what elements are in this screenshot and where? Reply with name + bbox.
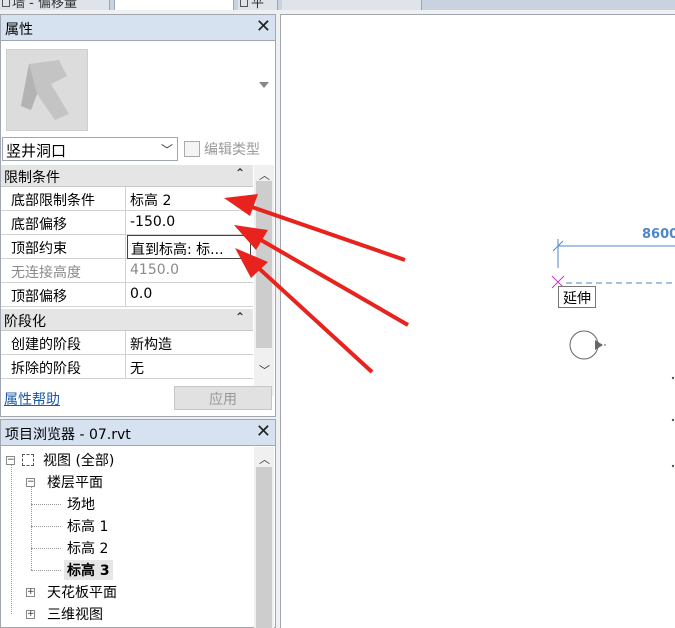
view-tab-1[interactable]: 墙 - 偏移量	[0, 0, 110, 10]
tree-guide-line	[31, 526, 61, 527]
tree-node-site[interactable]: 场地	[67, 494, 95, 514]
view-tab-4[interactable]	[282, 0, 422, 10]
property-row[interactable]: 底部偏移 -150.0	[1, 211, 253, 235]
tree-node-level-1[interactable]: 标高 1	[67, 516, 108, 536]
property-value-dropdown[interactable]: 直到标高: 标...	[127, 235, 251, 259]
property-name: 顶部偏移	[1, 283, 126, 307]
tree-guide-line	[31, 504, 61, 505]
property-name: 底部偏移	[1, 211, 126, 235]
type-preview-area	[1, 42, 275, 134]
tree-node-ceiling-plans[interactable]: 天花板平面	[47, 582, 117, 602]
collapse-icon[interactable]: ⌃	[235, 310, 245, 324]
property-name: 顶部约束	[1, 235, 126, 259]
property-value[interactable]: -150.0	[127, 211, 253, 235]
scroll-up-icon[interactable]: ︿	[259, 451, 270, 467]
edit-type-label: 编辑类型	[204, 142, 260, 158]
property-name: 底部限制条件	[1, 187, 126, 211]
browser-tree: − 视图 (全部) − 楼层平面 场地 标高 1 标高 2 标高 3 + 天花板…	[1, 447, 253, 628]
view-tab-3[interactable]: 平	[238, 0, 278, 10]
type-selector-value: 竖井洞口	[6, 142, 67, 160]
project-browser: 项目浏览器 - 07.rvt ✕ − 视图 (全部) − 楼层平面 场地 标高 …	[0, 419, 276, 628]
properties-palette: 属性 ✕ 竖井洞口 ﹀ 编辑类型 限制条件 ⌃ 底部限制条件 标高 2 底部偏移…	[0, 14, 276, 417]
chevron-down-icon[interactable]	[259, 82, 269, 88]
properties-title-bar: 属性 ✕	[1, 15, 275, 41]
properties-title: 属性	[5, 22, 33, 38]
view-tab-1-label: 墙 - 偏移量	[12, 0, 77, 10]
view-tab-3-label: 平	[251, 0, 265, 10]
tree-guide-line	[31, 570, 61, 571]
tree-node-floor-plans[interactable]: 楼层平面	[47, 472, 103, 492]
revit-logo-icon	[21, 60, 69, 120]
scrollbar-thumb[interactable]	[256, 181, 272, 348]
properties-help-link[interactable]: 属性帮助	[4, 389, 60, 409]
property-value[interactable]: 无	[127, 355, 253, 379]
property-value[interactable]: 新构造	[127, 331, 253, 355]
group-label: 阶段化	[4, 314, 46, 330]
collapse-icon[interactable]: ⌃	[235, 166, 245, 180]
extend-tooltip: 延伸	[558, 286, 596, 308]
browser-scrollbar[interactable]: ︿	[254, 447, 274, 628]
views-icon	[22, 454, 34, 466]
property-row[interactable]: 顶部偏移 0.0	[1, 283, 253, 307]
drawing-canvas[interactable]	[280, 14, 675, 628]
dimension-label[interactable]: 8600	[642, 227, 675, 242]
edit-type-button[interactable]: 编辑类型	[184, 139, 260, 161]
close-icon[interactable]: ✕	[256, 421, 271, 443]
property-row[interactable]: 底部限制条件 标高 2	[1, 187, 253, 211]
tree-guide-line	[11, 464, 12, 614]
tree-node-views[interactable]: 视图 (全部)	[43, 450, 114, 470]
tree-guide-line	[31, 486, 32, 570]
property-name: 拆除的阶段	[1, 355, 126, 379]
floor-plan-tab-icon	[240, 0, 248, 7]
expand-icon[interactable]: +	[26, 610, 35, 619]
tree-node-level-3-selected[interactable]: 标高 3	[64, 560, 113, 580]
property-name: 创建的阶段	[1, 331, 126, 355]
close-icon[interactable]: ✕	[256, 16, 271, 38]
browser-title-bar: 项目浏览器 - 07.rvt ✕	[1, 420, 275, 446]
group-label: 限制条件	[4, 170, 60, 186]
apply-button[interactable]: 应用	[174, 386, 272, 410]
property-value[interactable]: 0.0	[127, 283, 253, 307]
type-selector-dropdown[interactable]: 竖井洞口 ﹀	[2, 137, 178, 161]
floor-plan-tab-icon	[2, 0, 10, 7]
view-tab-2-active[interactable]	[114, 0, 234, 10]
property-row-readonly: 无连接高度 4150.0	[1, 259, 253, 283]
view-tab-strip: 墙 - 偏移量 平	[0, 0, 675, 10]
type-preview-image	[6, 49, 88, 131]
scrollbar-thumb[interactable]	[256, 467, 272, 628]
property-row[interactable]: 创建的阶段 新构造	[1, 331, 253, 355]
property-name: 无连接高度	[1, 259, 126, 283]
collapse-icon[interactable]: −	[26, 478, 35, 487]
edit-type-icon	[184, 141, 200, 157]
tree-guide-line	[31, 548, 61, 549]
scroll-down-icon[interactable]: ﹀	[259, 362, 270, 378]
tree-node-level-2[interactable]: 标高 2	[67, 538, 108, 558]
properties-grid: 限制条件 ⌃ 底部限制条件 标高 2 底部偏移 -150.0 顶部约束 直到标高…	[1, 165, 253, 382]
property-value[interactable]: 标高 2	[127, 187, 253, 211]
collapse-icon[interactable]: −	[6, 456, 15, 465]
chevron-down-icon: ﹀	[160, 143, 173, 157]
group-header-phasing[interactable]: 阶段化 ⌃	[1, 309, 253, 331]
property-row[interactable]: 顶部约束 直到标高: 标...	[1, 235, 253, 259]
tree-node-3d-views[interactable]: 三维视图	[47, 604, 103, 624]
properties-scrollbar[interactable]: ︿ ﹀	[254, 165, 274, 396]
property-row[interactable]: 拆除的阶段 无	[1, 355, 253, 379]
browser-title: 项目浏览器 - 07.rvt	[5, 427, 131, 443]
group-header-constraints[interactable]: 限制条件 ⌃	[1, 165, 253, 187]
expand-icon[interactable]: +	[26, 588, 35, 597]
property-value: 4150.0	[130, 262, 179, 278]
